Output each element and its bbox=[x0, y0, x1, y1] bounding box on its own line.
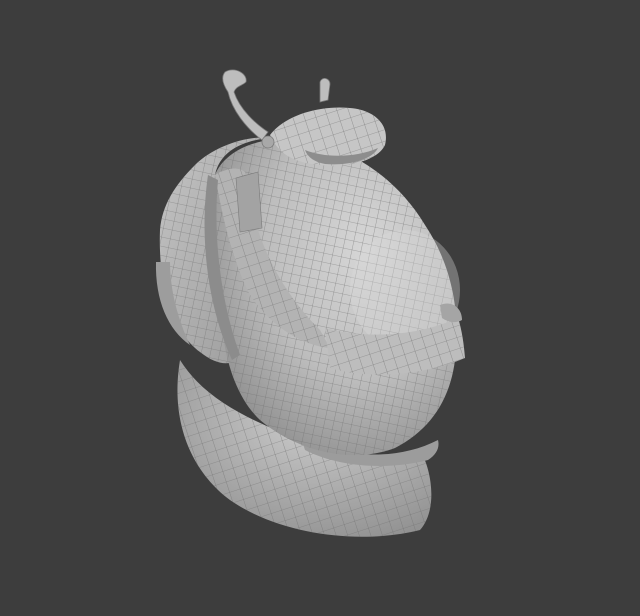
mesh-render bbox=[155, 69, 465, 537]
3d-viewport[interactable] bbox=[0, 0, 640, 616]
